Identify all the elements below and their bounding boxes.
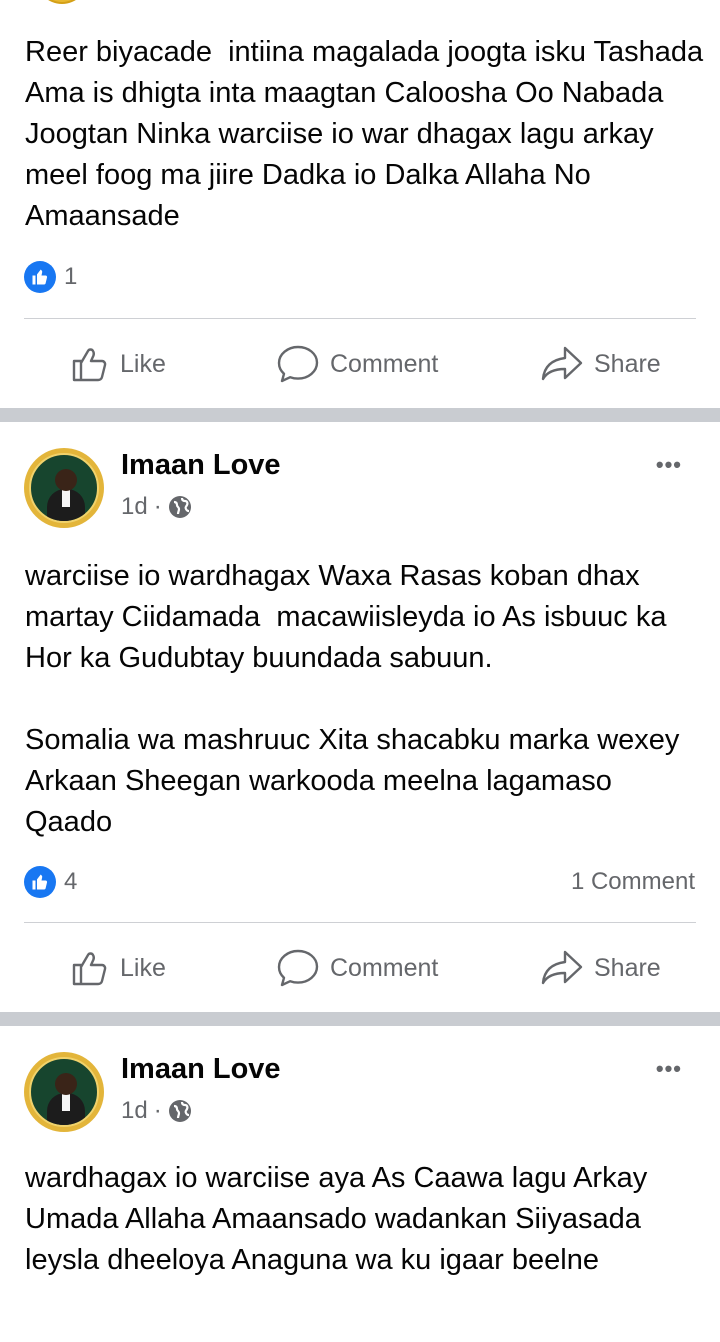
author-avatar[interactable] — [24, 1052, 104, 1132]
post-text: Reer biyacade intiina magalada joogta is… — [25, 36, 710, 232]
post-time[interactable]: 1d — [121, 493, 148, 521]
thumbs-up-icon — [72, 952, 107, 986]
thumbs-up-icon — [72, 348, 107, 382]
more-options-icon[interactable]: ••• — [656, 1056, 682, 1082]
comment-count[interactable]: 1 Comment — [571, 865, 695, 899]
like-button[interactable]: Like — [70, 940, 166, 996]
comment-button[interactable]: Comment — [276, 336, 438, 392]
comment-icon — [277, 949, 319, 987]
post-meta: 1d · — [121, 1096, 192, 1126]
reaction-summary[interactable]: 1 — [24, 260, 77, 294]
meta-separator: · — [153, 1097, 162, 1124]
share-button[interactable]: Share — [540, 940, 661, 996]
reaction-summary[interactable]: 4 — [24, 865, 77, 899]
globe-icon — [168, 496, 191, 518]
feed-separator — [0, 1012, 720, 1026]
like-reaction-icon — [24, 261, 56, 293]
like-reaction-icon — [24, 866, 56, 898]
post-actions: Like Comment Share — [0, 336, 720, 392]
author-avatar[interactable] — [24, 448, 104, 528]
share-icon — [541, 950, 583, 985]
globe-icon — [168, 1100, 191, 1122]
post-time[interactable]: 1d — [121, 1097, 148, 1125]
like-label: Like — [120, 953, 166, 982]
author-name[interactable]: Imaan Love — [121, 1052, 281, 1086]
feed-separator — [0, 408, 720, 422]
reaction-count: 1 — [64, 263, 78, 290]
more-options-icon[interactable]: ••• — [656, 452, 682, 478]
comment-icon — [277, 345, 319, 383]
post-1: Reer biyacade intiina magalada joogta is… — [0, 0, 720, 408]
like-label: Like — [120, 349, 166, 378]
post-text: warciise io wardhagax Waxa Rasas koban d… — [25, 560, 680, 838]
post-meta: 1d · — [121, 492, 192, 522]
comment-label: Comment — [330, 349, 439, 378]
post-3: Imaan Love 1d · ••• wardhagax io warciis… — [0, 1026, 720, 1342]
post-actions: Like Comment Share — [0, 940, 720, 996]
post-2: Imaan Love 1d · ••• warciise io wardhaga… — [0, 422, 720, 1012]
post-header: Imaan Love 1d · ••• — [0, 448, 720, 538]
like-button[interactable]: Like — [70, 336, 166, 392]
post-header: Imaan Love 1d · ••• — [0, 1052, 720, 1142]
share-button[interactable]: Share — [540, 336, 661, 392]
comment-button[interactable]: Comment — [276, 940, 438, 996]
author-name[interactable]: Imaan Love — [121, 448, 281, 482]
divider — [24, 318, 696, 319]
meta-separator: · — [153, 493, 162, 520]
post-text: wardhagax io warciise aya As Caawa lagu … — [25, 1162, 656, 1276]
reaction-count: 4 — [64, 868, 78, 895]
share-label: Share — [594, 953, 661, 982]
divider — [24, 922, 696, 923]
avatar-partial[interactable] — [36, 0, 88, 4]
comment-label: Comment — [330, 953, 439, 982]
share-label: Share — [594, 349, 661, 378]
share-icon — [541, 346, 583, 381]
